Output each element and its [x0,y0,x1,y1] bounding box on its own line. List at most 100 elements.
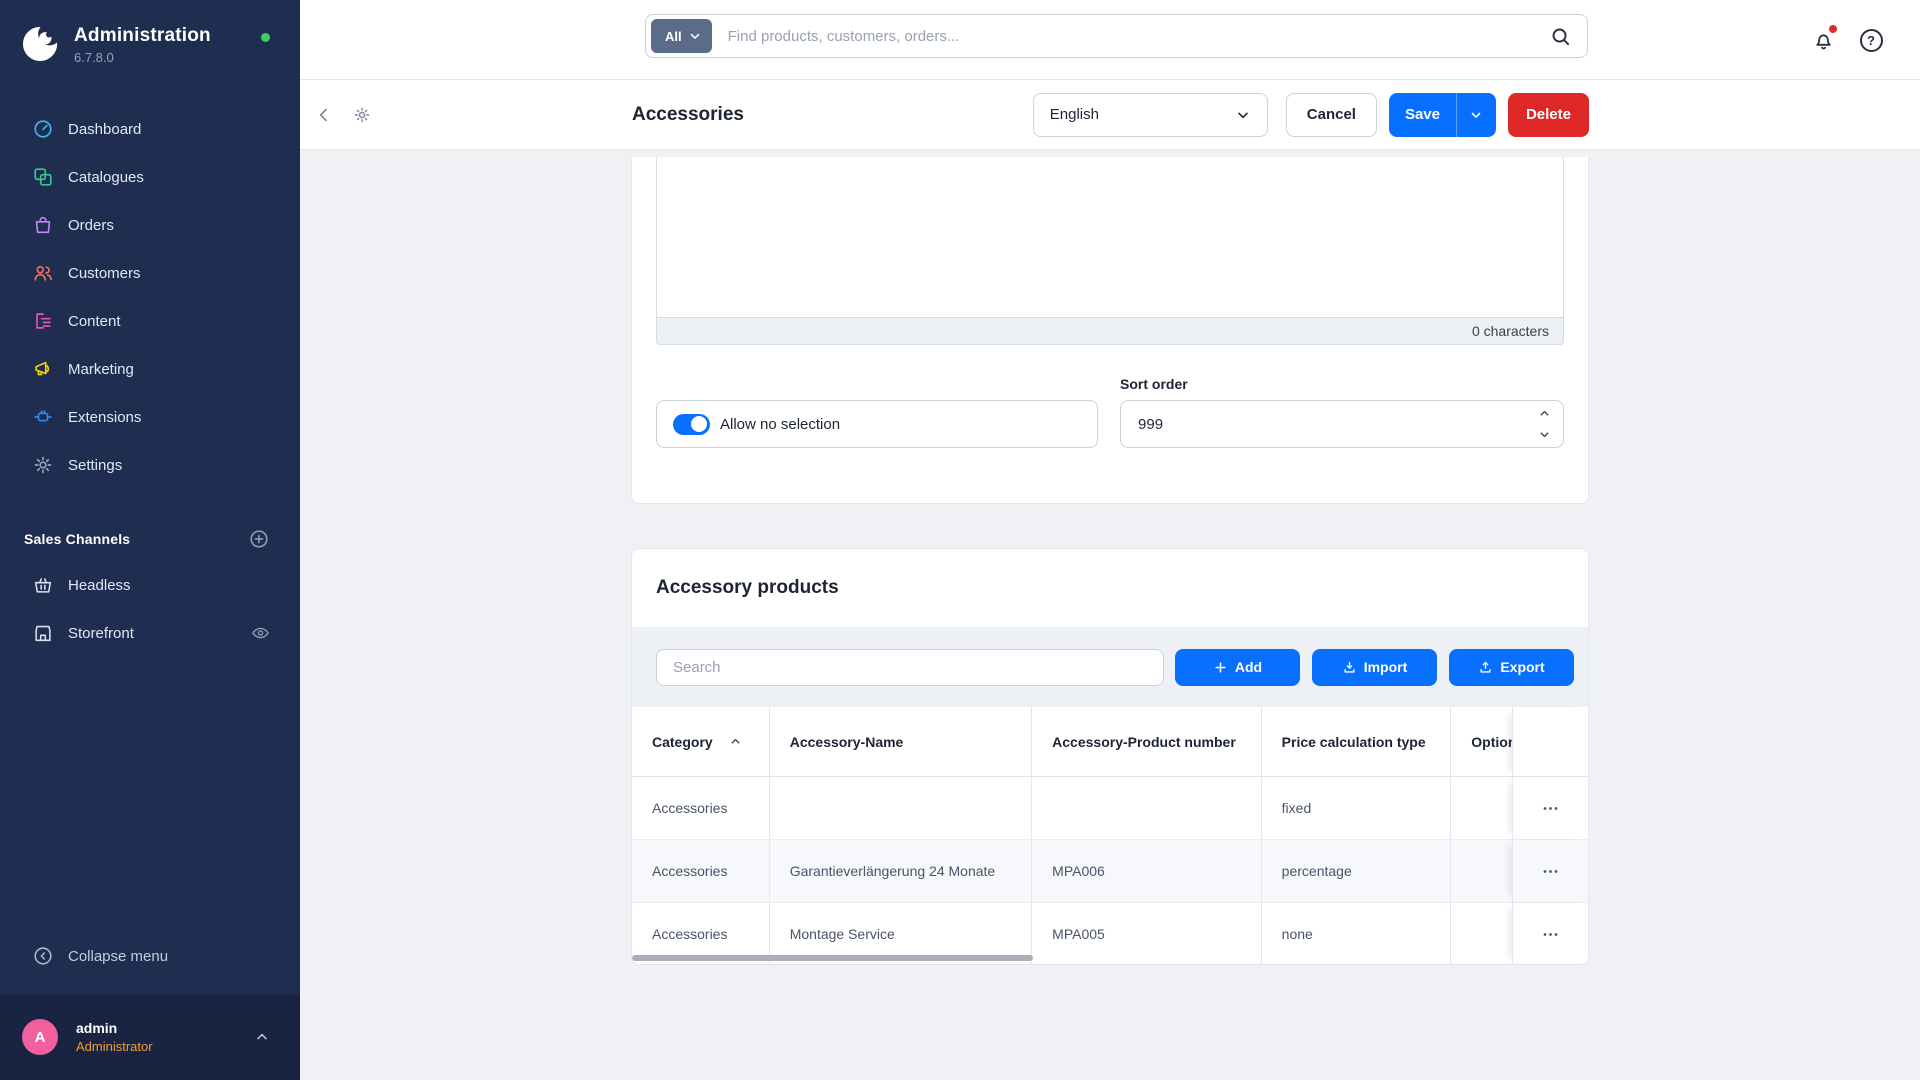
main-navigation: Dashboard Catalogues Orders Customers [0,105,300,489]
column-header-price-type[interactable]: Price calculation type [1262,707,1452,776]
sidebar-item-label: Storefront [68,625,134,642]
customers-icon [32,262,54,284]
import-icon [1342,660,1357,675]
cell-category: Accessories [632,777,770,839]
table-header-row: Category Accessory-Name Accessory-Produc… [632,707,1588,777]
search-scope-label: All [665,29,682,44]
sidebar-item-label: Catalogues [68,169,144,186]
sidebar-item-settings[interactable]: Settings [0,441,300,489]
sort-ascending-icon [729,735,742,748]
page-settings-gear-icon[interactable] [352,105,372,125]
sort-order-input[interactable] [1121,401,1563,447]
sidebar-item-extensions[interactable]: Extensions [0,393,300,441]
grid-toolbar: Add Import Export [632,627,1588,707]
cell-price-type: fixed [1262,777,1452,839]
row-context-menu-icon[interactable] [1536,919,1566,949]
number-stepper [1538,401,1551,447]
table-row[interactable]: Accessories Garantieverlängerung 24 Mona… [632,840,1588,903]
sidebar-item-label: Settings [68,457,122,474]
toggle-label: Allow no selection [720,416,840,433]
sidebar-item-label: Customers [68,265,141,282]
cell-accessory-name: Garantieverlängerung 24 Monate [770,840,1032,902]
save-button-group: Save [1389,93,1496,137]
character-count: 0 characters [1472,323,1549,339]
catalogues-icon [32,166,54,188]
app-title: Administration [74,25,211,47]
search-scope-dropdown[interactable]: All [651,19,712,53]
help-icon[interactable]: ? [1858,27,1884,53]
sidebar-item-customers[interactable]: Customers [0,249,300,297]
allow-no-selection-field[interactable]: Allow no selection [656,400,1098,448]
sidebar-item-label: Headless [68,577,131,594]
top-header-bar: All ? [300,0,1920,80]
sidebar-header: Administration 6.7.8.0 [0,0,300,105]
save-options-chevron-icon[interactable] [1456,93,1496,137]
delete-button[interactable]: Delete [1508,93,1589,137]
stepper-down-icon[interactable] [1538,428,1551,441]
table-row[interactable]: Accessories fixed [632,777,1588,840]
collapse-menu-button[interactable]: Collapse menu [0,932,300,980]
shopware-logo-icon [22,24,60,62]
back-chevron-icon[interactable] [314,105,334,125]
sidebar-item-label: Extensions [68,409,141,426]
export-button[interactable]: Export [1449,649,1574,686]
column-header-options[interactable]: Options [1451,707,1512,776]
cell-product-number: MPA006 [1032,840,1262,902]
sidebar-item-label: Marketing [68,361,134,378]
accessory-products-card: Accessory products Add Import [631,548,1589,965]
global-search-bar: All [645,14,1588,58]
stepper-up-icon[interactable] [1538,407,1551,420]
sidebar-item-label: Dashboard [68,121,141,138]
sort-order-field [1120,400,1564,448]
plus-icon [1213,660,1228,675]
sidebar-item-marketing[interactable]: Marketing [0,345,300,393]
content-icon [32,310,54,332]
cell-price-type: percentage [1262,840,1452,902]
column-header-category[interactable]: Category [632,707,770,776]
add-button[interactable]: Add [1175,649,1300,686]
description-editor: 0 characters [656,157,1564,345]
sidebar-item-orders[interactable]: Orders [0,201,300,249]
collapse-menu-label: Collapse menu [68,948,168,965]
editor-text-area[interactable] [656,157,1564,317]
cancel-button[interactable]: Cancel [1286,93,1377,137]
sort-order-label: Sort order [1120,376,1564,400]
shopware-admin-app: Administration 6.7.8.0 Dashboard Catalog… [0,0,1920,1080]
basket-icon [32,574,54,596]
cell-category: Accessories [632,840,770,902]
import-button[interactable]: Import [1312,649,1437,686]
chevron-up-icon [254,1029,270,1045]
column-header-accessory-name[interactable]: Accessory-Name [770,707,1032,776]
notifications-bell-icon[interactable] [1810,27,1836,53]
sidebar-item-dashboard[interactable]: Dashboard [0,105,300,153]
dashboard-icon [32,118,54,140]
page-title: Accessories [632,104,744,126]
save-button[interactable]: Save [1389,93,1456,137]
avatar: A [22,1019,58,1055]
global-search-input[interactable] [728,28,1547,45]
user-menu[interactable]: A admin Administrator [0,994,300,1080]
sidebar-item-catalogues[interactable]: Catalogues [0,153,300,201]
allow-no-selection-toggle[interactable] [673,414,710,435]
search-icon[interactable] [1547,23,1573,49]
sidebar-item-label: Content [68,313,121,330]
horizontal-scrollbar-thumb[interactable] [632,955,1033,961]
sidebar-item-content[interactable]: Content [0,297,300,345]
language-select[interactable]: English [1033,93,1268,137]
sidebar-item-storefront[interactable]: Storefront [0,609,300,657]
export-icon [1478,660,1493,675]
cell-options [1451,777,1512,839]
app-version: 6.7.8.0 [74,50,211,65]
sidebar-item-label: Orders [68,217,114,234]
orders-icon [32,214,54,236]
row-context-menu-icon[interactable] [1536,856,1566,886]
row-context-menu-icon[interactable] [1536,793,1566,823]
visibility-eye-icon[interactable] [251,624,270,643]
column-header-product-number[interactable]: Accessory-Product number [1032,707,1262,776]
grid-search-input[interactable] [656,649,1164,686]
accessory-products-title: Accessory products [656,577,839,599]
editor-footer: 0 characters [656,317,1564,345]
cell-options [1451,903,1512,965]
sidebar-item-headless[interactable]: Headless [0,561,300,609]
add-sales-channel-icon[interactable] [248,528,270,550]
